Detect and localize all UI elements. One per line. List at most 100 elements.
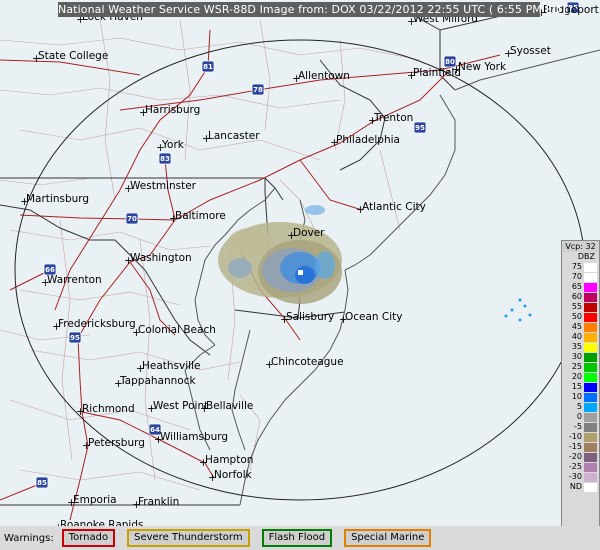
city-6: +Lancaster xyxy=(202,130,260,145)
warning-special-marine-button[interactable]: Special Marine xyxy=(344,529,432,547)
city-name: Tappahannock xyxy=(119,375,196,387)
legend-entry-label: -25 xyxy=(568,462,582,471)
city-name: Philadelphia xyxy=(336,134,400,146)
city-29: +Hampton xyxy=(199,454,253,469)
legend-color-swatch xyxy=(584,352,597,362)
legend-color-swatch xyxy=(584,312,597,322)
warnings-bar: Warnings: Tornado Severe Thunderstorm Flas… xyxy=(0,526,600,550)
city-name: Martinsburg xyxy=(26,193,89,205)
legend-color-swatch xyxy=(584,422,597,432)
city-27: +Williamsburg xyxy=(154,431,228,446)
legend-color-swatch xyxy=(584,452,597,462)
legend-color-swatch xyxy=(584,472,597,482)
city-name: Fredericksburg xyxy=(58,318,136,330)
legend-color-swatch xyxy=(584,402,597,412)
city-16: +Warrenton xyxy=(41,274,102,289)
interstate-shield-icon: 78 xyxy=(251,83,265,96)
legend-color-swatch xyxy=(584,432,597,442)
city-17: +Salisbury xyxy=(280,311,334,326)
radar-map[interactable]: 81 78 80 95 83 70 66 95 64 85 95 + State College + Al… xyxy=(0,0,600,534)
legend-color-swatch xyxy=(584,322,597,332)
cutoff-city-3: +Roanoke Rapids xyxy=(54,519,143,534)
county-lines xyxy=(0,19,421,491)
city-name: State College xyxy=(38,50,108,62)
city-18: +Ocean City xyxy=(339,311,403,326)
city-0: +State College xyxy=(32,50,108,65)
city-name: Roanoke Rapids xyxy=(60,519,143,526)
interstate-shield-icon: 70 xyxy=(125,212,139,225)
map-canvas: 8178809583706695648595 +State College+Al… xyxy=(0,1,600,534)
city-12: +Baltimore xyxy=(169,210,226,225)
legend-entry: -15 xyxy=(562,442,599,452)
legend-entry: 35 xyxy=(562,342,599,352)
city-name: Franklin xyxy=(138,496,179,508)
interstate-number: 66 xyxy=(45,266,55,274)
city-20: +Colonial Beach xyxy=(132,324,216,339)
dbz-legend: Vcp: 32 DBZ 75 70 65 60 55 50 45 40 35 30 25 20 15 10… xyxy=(561,240,600,544)
legend-entry: -30 xyxy=(562,472,599,482)
interstate-number: 83 xyxy=(160,155,170,163)
legend-entry: 20 xyxy=(562,372,599,382)
legend-color-swatch xyxy=(584,342,597,352)
legend-entry-label: -20 xyxy=(568,452,582,461)
legend-entry: 45 xyxy=(562,322,599,332)
interstate-number: 70 xyxy=(127,215,137,223)
legend-entry-label: 35 xyxy=(571,342,582,351)
radar-title-bar: National Weather Service WSR-88D Image f… xyxy=(58,2,573,17)
city-name: Dover xyxy=(293,227,325,239)
legend-vcp-header: Vcp: 32 xyxy=(562,241,599,252)
legend-entry: 75 xyxy=(562,262,599,272)
city-31: +Emporia xyxy=(67,494,117,509)
city-30: +Norfolk xyxy=(208,469,253,484)
city-name: Lancaster xyxy=(208,130,260,142)
city-28: +Petersburg xyxy=(82,437,145,452)
legend-entry-label: 65 xyxy=(571,282,582,291)
legend-entry-label: 25 xyxy=(571,362,582,371)
legend-color-swatch xyxy=(584,392,597,402)
city-19: +Fredericksburg xyxy=(52,318,136,333)
legend-entry-label: -15 xyxy=(568,442,582,451)
city-21: +Chincoteague xyxy=(265,356,344,371)
legend-entry-label: 10 xyxy=(571,392,582,401)
warnings-list: Tornado Severe Thunderstorm Flash Flood Spe… xyxy=(61,529,444,547)
legend-color-swatch xyxy=(584,462,597,472)
city-7: +Trenton xyxy=(368,112,413,127)
city-22: +Heathsville xyxy=(136,360,200,375)
legend-entry: 0 xyxy=(562,412,599,422)
warning-tornado-button[interactable]: Tornado xyxy=(61,529,116,547)
city-32: +Franklin xyxy=(132,496,179,511)
legend-entry: 10 xyxy=(562,392,599,402)
warning-flash-flood-button[interactable]: Flash Flood xyxy=(261,529,333,547)
legend-entry-label: 60 xyxy=(571,292,582,301)
city-9: +York xyxy=(156,139,185,154)
legend-entry-label: 75 xyxy=(571,262,582,271)
interstate-shield-icon: 83 xyxy=(158,152,172,165)
legend-entry-label: 50 xyxy=(571,312,582,321)
legend-color-swatch xyxy=(584,482,597,492)
legend-entry: -25 xyxy=(562,462,599,472)
city-26: +Richmond xyxy=(76,403,135,418)
legend-entry: -10 xyxy=(562,432,599,442)
legend-color-swatch xyxy=(584,382,597,392)
legend-color-swatch xyxy=(584,442,597,452)
city-13: +Atlantic City xyxy=(356,201,426,216)
city-3: +New York xyxy=(452,61,507,76)
city-name: Atlantic City xyxy=(362,201,426,213)
radar-echoes xyxy=(218,205,532,322)
city-name: Trenton xyxy=(373,112,413,124)
city-4: +Syosset xyxy=(504,45,551,60)
interstate-shield-icon: 85 xyxy=(35,476,49,489)
legend-entry-label: -30 xyxy=(568,472,582,481)
city-name: New York xyxy=(458,61,507,73)
city-15: +Washington xyxy=(124,252,192,267)
legend-entry-label: 40 xyxy=(571,332,582,341)
warning-severe-thunderstorm-button[interactable]: Severe Thunderstorm xyxy=(127,529,250,547)
legend-entry: 65 xyxy=(562,282,599,292)
legend-entry: 70 xyxy=(562,272,599,282)
city-name: Norfolk xyxy=(214,469,253,481)
interstate-number: 95 xyxy=(70,334,80,342)
legend-color-swatch xyxy=(584,292,597,302)
city-name: Ocean City xyxy=(345,311,403,323)
legend-entry: 25 xyxy=(562,362,599,372)
legend-color-swatch xyxy=(584,302,597,312)
